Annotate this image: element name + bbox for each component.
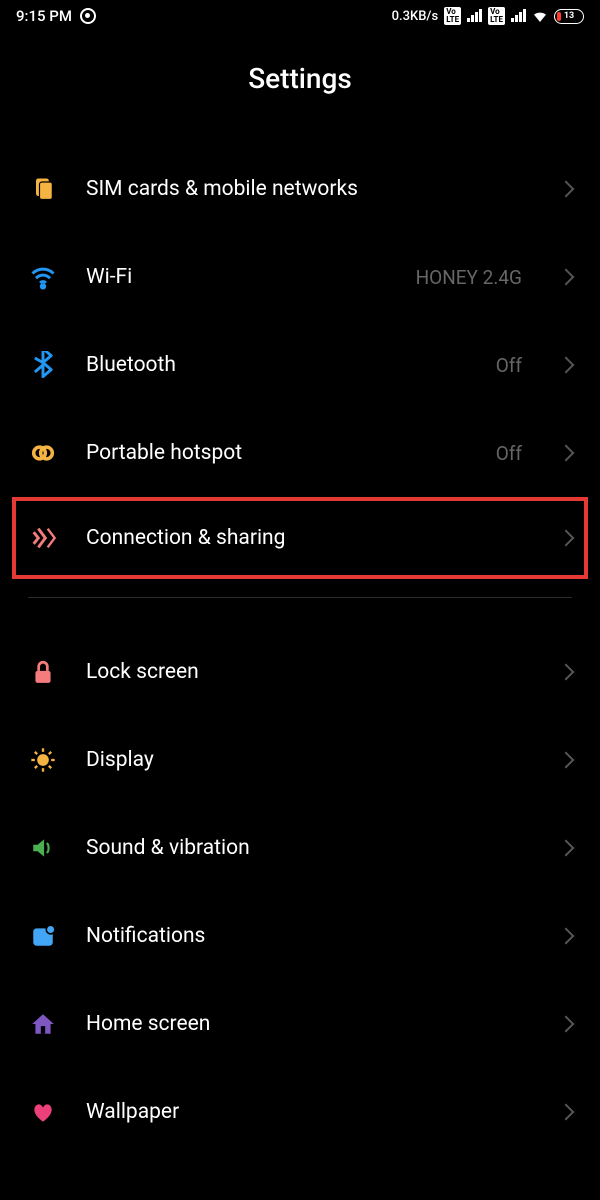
row-value: Off (496, 442, 522, 465)
hotspot-icon (28, 438, 58, 468)
row-label: Notifications (86, 924, 532, 948)
row-label: Sound & vibration (86, 836, 532, 860)
row-label: Wi-Fi (86, 265, 388, 289)
row-label: Display (86, 748, 532, 772)
page-title: Settings (0, 32, 600, 145)
settings-list: SIM cards & mobile networks Wi-Fi HONEY … (0, 145, 600, 1156)
battery-icon: 13 (554, 9, 584, 24)
row-label: Wallpaper (86, 1100, 532, 1124)
volte-badge-2: VoLTE (488, 7, 505, 25)
chevron-right-icon (558, 445, 575, 462)
chevron-right-icon (558, 1104, 575, 1121)
settings-row-wifi[interactable]: Wi-Fi HONEY 2.4G (28, 233, 572, 321)
settings-row-hotspot[interactable]: Portable hotspot Off (28, 409, 572, 497)
status-bar: 9:15 PM 0.3KB/s VoLTE VoLTE 13 (0, 0, 600, 32)
row-value: HONEY 2.4G (416, 266, 522, 289)
settings-row-lock[interactable]: Lock screen (28, 628, 572, 716)
wifi-status-icon (532, 8, 548, 24)
wifi-icon (28, 262, 58, 292)
row-label: SIM cards & mobile networks (86, 177, 532, 201)
battery-percent: 13 (564, 11, 574, 21)
sim-icon (28, 174, 58, 204)
chevron-right-icon (558, 357, 575, 374)
chevron-right-icon (558, 928, 575, 945)
signal-bars-1 (467, 10, 482, 22)
data-rate: 0.3KB/s (392, 9, 439, 24)
chevron-right-icon (558, 752, 575, 769)
row-label: Connection & sharing (86, 526, 532, 550)
chevron-right-icon (558, 181, 575, 198)
chevron-right-icon (558, 530, 575, 547)
wallpaper-icon (28, 1097, 58, 1127)
chevron-right-icon (558, 269, 575, 286)
settings-row-bluetooth[interactable]: Bluetooth Off (28, 321, 572, 409)
status-time: 9:15 PM (16, 7, 72, 25)
chevron-right-icon (558, 840, 575, 857)
lock-icon (28, 657, 58, 687)
status-left: 9:15 PM (16, 7, 96, 25)
status-right: 0.3KB/s VoLTE VoLTE 13 (392, 7, 584, 25)
row-label: Bluetooth (86, 353, 468, 377)
row-label: Home screen (86, 1012, 532, 1036)
connection-icon (28, 523, 58, 553)
divider (28, 597, 572, 598)
row-value: Off (496, 354, 522, 377)
signal-bars-2 (511, 10, 526, 22)
bluetooth-icon (28, 350, 58, 380)
chevron-right-icon (558, 664, 575, 681)
settings-row-wallpaper[interactable]: Wallpaper (28, 1068, 572, 1156)
volte-badge-1: VoLTE (444, 7, 461, 25)
notifications-icon (28, 921, 58, 951)
home-icon (28, 1009, 58, 1039)
music-icon (80, 8, 96, 24)
row-label: Lock screen (86, 660, 532, 684)
settings-row-connection[interactable]: Connection & sharing (12, 497, 588, 579)
display-icon (28, 745, 58, 775)
settings-row-display[interactable]: Display (28, 716, 572, 804)
settings-row-notifications[interactable]: Notifications (28, 892, 572, 980)
settings-row-sim[interactable]: SIM cards & mobile networks (28, 145, 572, 233)
row-label: Portable hotspot (86, 441, 468, 465)
settings-row-home[interactable]: Home screen (28, 980, 572, 1068)
chevron-right-icon (558, 1016, 575, 1033)
sound-icon (28, 833, 58, 863)
settings-row-sound[interactable]: Sound & vibration (28, 804, 572, 892)
